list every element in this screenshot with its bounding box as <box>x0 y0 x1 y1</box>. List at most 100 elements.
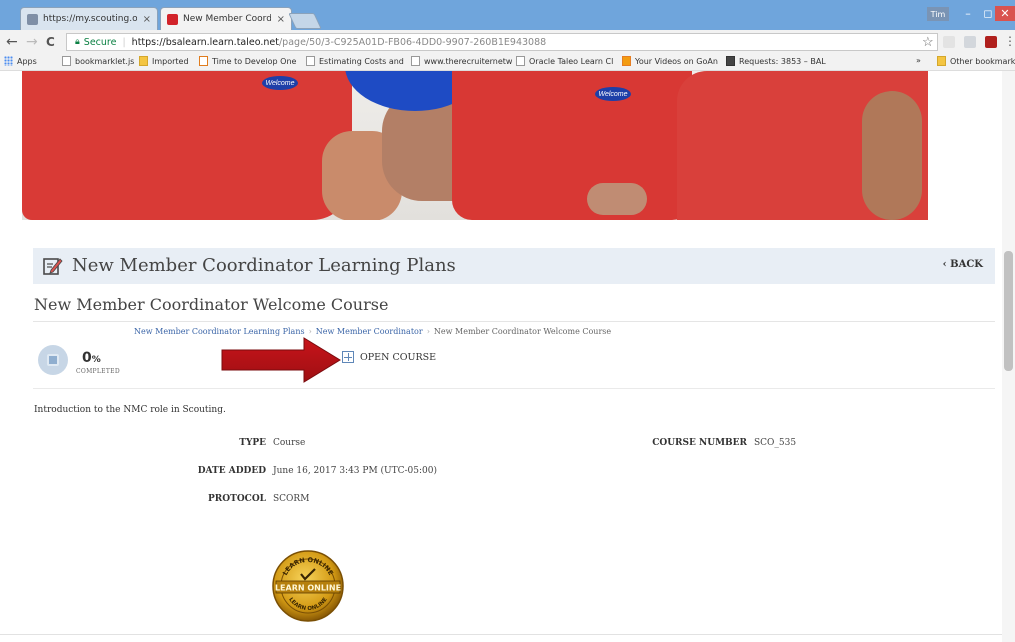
bookmark-label: Other bookmarks <box>950 56 1015 66</box>
other-bookmarks[interactable]: Other bookmarks <box>937 56 1015 66</box>
hero-person-left <box>22 71 352 220</box>
date-added-value: June 16, 2017 3:43 PM (UTC-05:00) <box>273 466 438 476</box>
page-icon <box>411 56 420 66</box>
course-number-label: COURSE NUMBER <box>652 438 747 448</box>
globe-icon <box>27 13 38 25</box>
welcome-badge: Welcome <box>262 76 298 90</box>
divider <box>33 388 995 389</box>
scrollbar-thumb[interactable] <box>1004 251 1013 371</box>
site-icon <box>199 56 208 66</box>
breadcrumb-current: New Member Coordinator Welcome Course <box>433 327 612 336</box>
folder-icon <box>139 56 148 66</box>
page-icon <box>516 56 525 66</box>
bookmark-label: Apps <box>17 56 37 66</box>
progress-value: 0% <box>82 350 101 366</box>
url-path: /page/50/3-C925A01D-FB06-4DD0-9907-260B1… <box>278 36 547 48</box>
bookmark-item[interactable]: www.therecruiternetw <box>411 56 512 66</box>
course-title: New Member Coordinator Welcome Course <box>34 295 389 314</box>
bookmark-label: Imported <box>152 56 189 66</box>
bookmark-label: Requests: 3853 – BAL <box>739 56 826 66</box>
divider <box>33 321 995 322</box>
tab-scouting[interactable]: https://my.scouting.org × <box>20 7 158 30</box>
overflow-chevron-icon: » <box>916 56 921 65</box>
breadcrumb-divider: › <box>426 327 430 336</box>
bookmark-item[interactable]: Requests: 3853 – BAL <box>726 56 826 66</box>
back-icon[interactable]: ← <box>6 34 18 50</box>
hero-banner-image: Welcome Welcome <box>22 71 928 220</box>
tab-close-icon[interactable]: × <box>277 14 285 25</box>
bookmark-item[interactable]: bookmarklet.js <box>62 56 134 66</box>
lock-icon: 🔒︎ <box>75 37 80 47</box>
bookmark-item[interactable]: Estimating Costs and <box>306 56 404 66</box>
breadcrumb: New Member Coordinator Learning Plans › Ne… <box>134 327 611 336</box>
bookmark-item[interactable]: Time to Develop One <box>199 56 296 66</box>
forward-icon[interactable]: → <box>26 34 38 50</box>
address-separator: | <box>122 36 126 48</box>
hero-arm <box>862 91 922 220</box>
progress-ring-icon <box>38 345 68 375</box>
extension-icon[interactable] <box>943 36 955 48</box>
bookmarks-overflow-button[interactable]: » <box>916 56 921 65</box>
tab-new-member-coordinator[interactable]: New Member Coordinat × <box>160 7 292 30</box>
taleo-icon <box>167 13 178 25</box>
bookmarks-bar: Apps bookmarklet.js Imported Time to Dev… <box>0 54 1015 71</box>
address-bar[interactable]: 🔒︎ Secure | https://bsalearn.learn.taleo… <box>66 33 938 51</box>
breadcrumb-divider: › <box>308 327 312 336</box>
page-icon <box>306 56 315 66</box>
type-value: Course <box>273 438 306 448</box>
p-icon <box>726 56 735 66</box>
folder-icon <box>937 56 946 66</box>
browser-toolbar: ← → C 🔒︎ Secure | https://bsalearn.learn… <box>0 30 1015 54</box>
extension-icon[interactable] <box>964 36 976 48</box>
progress-number: 0 <box>82 350 92 366</box>
course-description: Introduction to the NMC role in Scouting… <box>34 405 226 415</box>
bookmark-label: Estimating Costs and <box>319 56 404 66</box>
bookmark-label: www.therecruiternetw <box>424 56 513 66</box>
close-window-button[interactable]: ✕ <box>995 6 1015 21</box>
learning-plan-title: New Member Coordinator Learning Plans <box>72 255 456 276</box>
open-course-icon <box>342 351 354 363</box>
breadcrumb-learning-plans-link[interactable]: New Member Coordinator Learning Plans <box>134 327 305 336</box>
reload-icon[interactable]: C <box>46 35 55 49</box>
protocol-value: SCORM <box>273 494 310 504</box>
svg-text:LEARN ONLINE: LEARN ONLINE <box>275 584 341 593</box>
bookmark-label: Your Videos on GoAn <box>635 56 718 66</box>
bookmark-item[interactable]: Imported <box>139 56 189 66</box>
welcome-badge: Welcome <box>595 87 631 101</box>
course-number-value: SCO_535 <box>754 438 797 448</box>
goanimate-icon <box>622 56 631 66</box>
hero-person-center <box>452 71 692 220</box>
bookmark-apps[interactable]: Apps <box>4 56 37 66</box>
open-course-button[interactable]: OPEN COURSE <box>342 351 436 363</box>
url-host: https://bsalearn.learn.taleo.net <box>131 36 279 48</box>
progress-ring-center <box>47 354 59 366</box>
bookmark-label: bookmarklet.js <box>75 56 135 66</box>
browser-tab-strip: https://my.scouting.org × New Member Coo… <box>0 0 1015 30</box>
progress-unit: % <box>91 355 101 365</box>
back-button[interactable]: ‹ BACK <box>943 259 983 270</box>
tab-label: New Member Coordinat <box>183 14 271 24</box>
learning-plan-header: New Member Coordinator Learning Plans ‹ … <box>33 248 995 284</box>
tab-close-icon[interactable]: × <box>143 14 151 25</box>
profile-button[interactable]: Tim <box>927 7 949 21</box>
bookmark-item[interactable]: Your Videos on GoAn <box>622 56 718 66</box>
hero-hand <box>587 183 647 215</box>
protocol-label: PROTOCOL <box>208 494 266 504</box>
bookmark-item[interactable]: Oracle Taleo Learn Cl <box>516 56 613 66</box>
new-tab-button[interactable] <box>288 13 322 29</box>
page-scrollbar[interactable] <box>1002 71 1015 642</box>
minimize-button[interactable]: – <box>957 6 979 21</box>
open-course-label: OPEN COURSE <box>360 351 437 363</box>
bookmark-star-icon[interactable]: ☆ <box>922 34 934 50</box>
type-label: TYPE <box>239 438 266 448</box>
progress-label: COMPLETED <box>76 368 120 375</box>
secure-label: Secure <box>83 36 117 48</box>
bookmark-label: Time to Develop One <box>212 56 297 66</box>
learn-online-seal-logo: LEARN ONLINE LEARN ONLINE LEARN ONLINE <box>272 550 344 622</box>
pdf-extension-icon[interactable] <box>985 36 997 48</box>
breadcrumb-nmc-link[interactable]: New Member Coordinator <box>316 327 423 336</box>
date-added-label: DATE ADDED <box>197 466 266 476</box>
edit-document-icon <box>43 258 63 275</box>
menu-icon[interactable]: ⋮ <box>1004 34 1015 48</box>
page-icon <box>62 56 71 66</box>
